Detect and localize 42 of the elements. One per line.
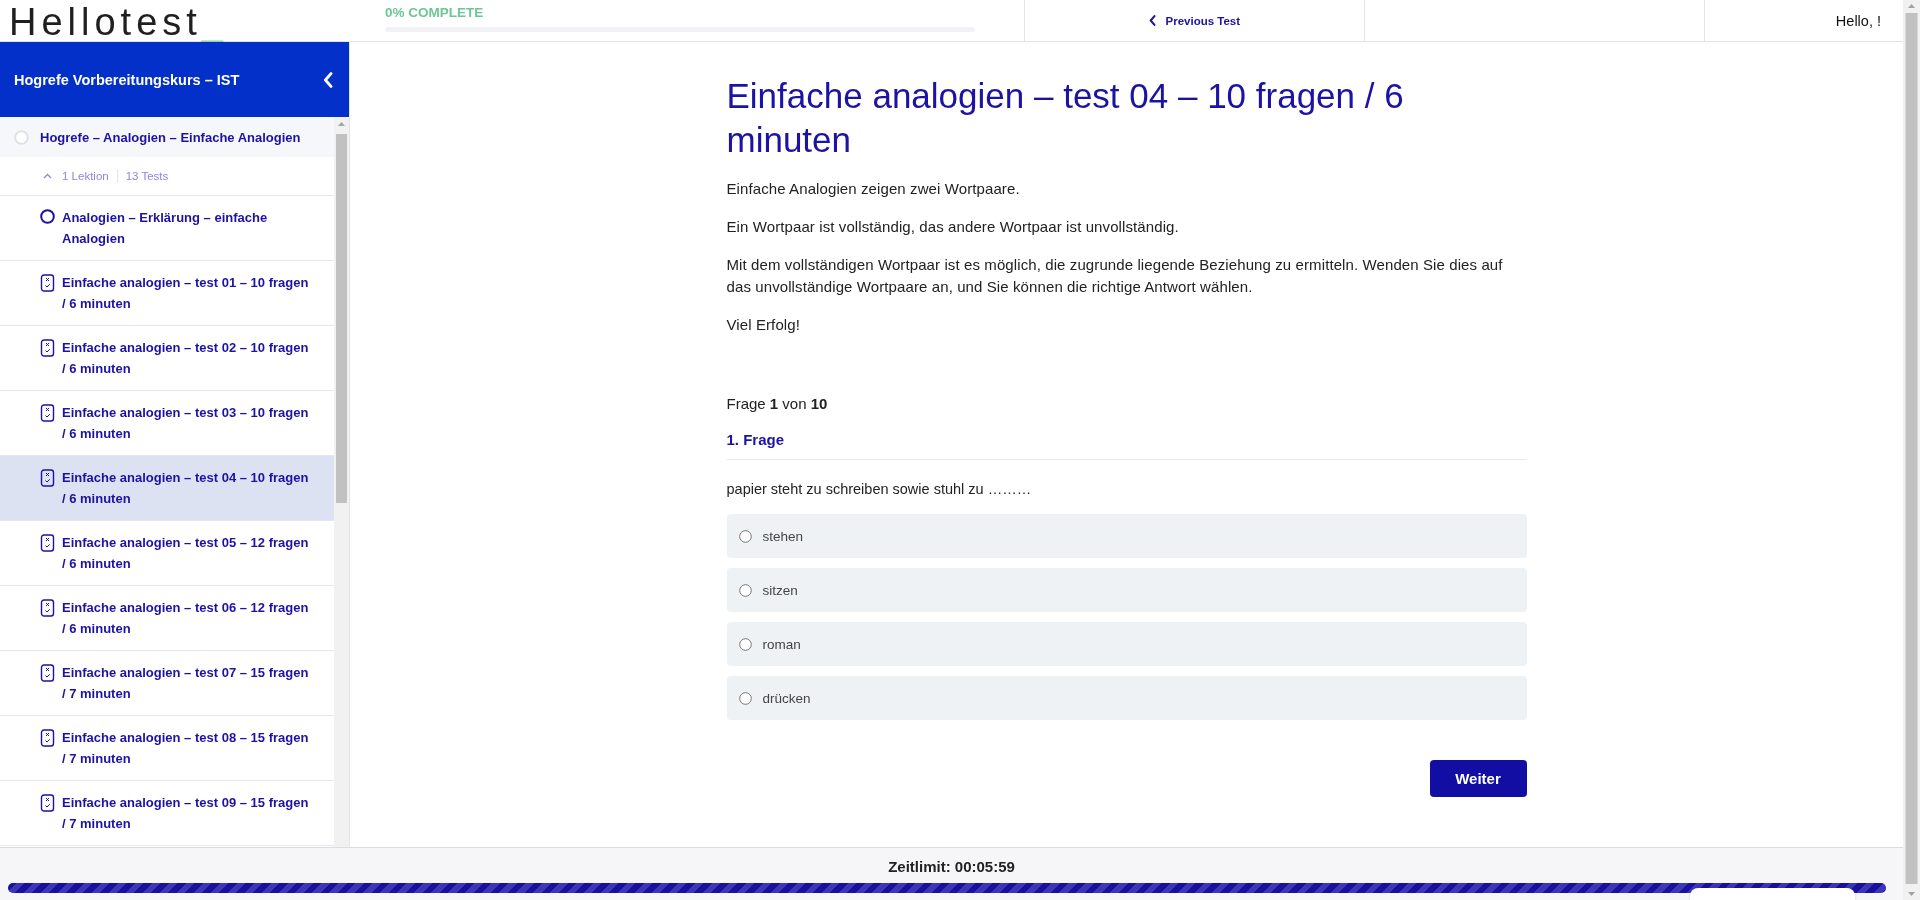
radio-icon[interactable] (738, 637, 752, 651)
test-sheet-icon (40, 599, 55, 617)
time-limit: Zeitlimit: 00:05:59 (888, 858, 1015, 876)
sidebar-scrollbar[interactable] (334, 117, 349, 847)
intro-paragraph: Einfache Analogien zeigen zwei Wortpaare. (726, 179, 1021, 199)
answer-option[interactable]: stehen (726, 514, 1527, 558)
status-circle-icon (14, 129, 29, 145)
question-text: papier steht zu schreiben sowie stuhl zu ……… (726, 480, 1033, 499)
lesson-count: 1 Lektion (62, 170, 109, 182)
answer-option[interactable]: drücken (726, 676, 1527, 720)
course-title: Hogrefe Vorbereitungskurs – IST (14, 71, 240, 88)
page-scrollbar[interactable] (1903, 0, 1920, 900)
radio-icon[interactable] (738, 529, 752, 543)
test-sheet-icon (40, 274, 55, 292)
progress-label: 0% COMPLETE (385, 5, 484, 21)
intro-paragraph: Ein Wortpaar ist vollständig, das andere Wortpaar ist unvollständig. (726, 217, 1180, 237)
answer-option[interactable]: sitzen (726, 568, 1527, 612)
test-sheet-icon (40, 729, 55, 747)
test-sheet-icon (40, 469, 55, 487)
test-count: 13 Tests (125, 170, 169, 182)
radio-icon[interactable] (738, 583, 752, 597)
radio-icon[interactable] (738, 691, 752, 705)
caret-icon[interactable] (43, 173, 52, 179)
course-section[interactable]: Hogrefe – Analogien – Einfache Analogien (0, 117, 334, 157)
intro-paragraph: Mit dem vollständigen Wortpaar ist es möglich, die zugrunde liegende Beziehung zu ermitteln. Wenden Sie dies auf das unvollständige Wortpaare an, und Sie können die richtige Antwort wählen. (726, 255, 1504, 297)
circle-icon (40, 209, 55, 224)
test-sheet-icon (40, 664, 55, 682)
question-heading: 1. Frage (726, 429, 1527, 460)
test-sheet-icon (40, 339, 55, 357)
test-title: Einfache analogien – test 04 – 10 fragen / 6 minuten (726, 75, 1405, 161)
intro-paragraph: Viel Erfolg! (726, 315, 801, 335)
test-sheet-icon (40, 794, 55, 812)
next-button[interactable]: Weiter (1429, 760, 1527, 797)
test-sheet-icon (40, 404, 55, 422)
test-link[interactable]: Einfache analogien – test 04 – 10 fragen / 6 minuten (0, 456, 334, 521)
chevron-left-icon (1148, 15, 1156, 26)
answer-option[interactable]: roman (726, 622, 1527, 666)
greeting-text: Hello, ! (1835, 12, 1881, 29)
question-counter: Frage 1 von 10 (726, 394, 829, 414)
chevron-left-icon[interactable] (323, 71, 333, 88)
test-sheet-icon (40, 534, 55, 552)
previous-test-link[interactable]: Previous Test (1148, 10, 1241, 31)
